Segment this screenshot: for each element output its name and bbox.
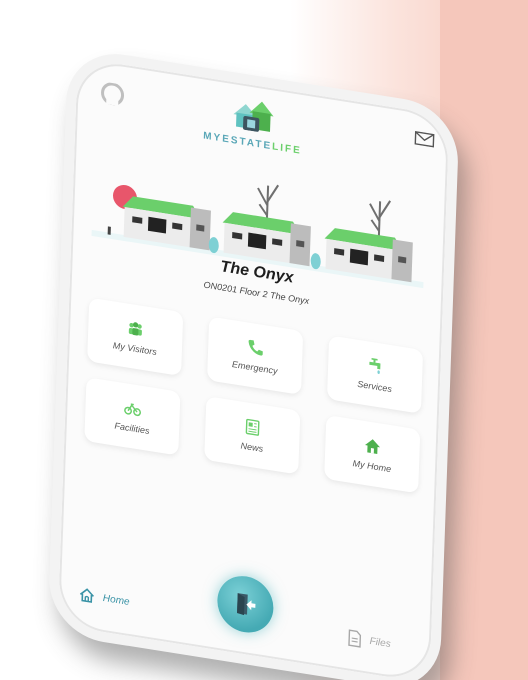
tile-my-home[interactable]: My Home — [324, 414, 421, 494]
tile-label: Services — [357, 378, 393, 395]
visitors-icon — [128, 322, 142, 336]
tap-icon — [369, 358, 381, 374]
newspaper-icon — [245, 418, 260, 436]
file-icon — [348, 629, 361, 648]
nav-files[interactable]: Files — [347, 628, 391, 653]
nav-files-label: Files — [369, 635, 391, 650]
home-outline-icon — [79, 588, 94, 603]
stage: MYESTATELIFE The Onyx ON0201 Floor 2 The… — [0, 0, 528, 680]
door-exit-icon — [237, 593, 256, 616]
tile-news[interactable]: News — [204, 396, 301, 475]
nav-home-label: Home — [102, 592, 130, 608]
tile-label: My Visitors — [112, 340, 157, 358]
user-icon — [101, 82, 125, 106]
profile-avatar-button[interactable] — [98, 79, 127, 109]
tile-label: Facilities — [114, 420, 150, 437]
logo-house-icon — [233, 101, 274, 132]
envelope-icon — [414, 131, 435, 148]
background-panel — [440, 0, 528, 680]
tile-facilities[interactable]: Facilities — [84, 377, 181, 456]
tile-my-visitors[interactable]: My Visitors — [87, 297, 184, 377]
messages-button[interactable] — [414, 131, 435, 148]
tile-emergency[interactable]: Emergency — [207, 316, 304, 395]
nav-home[interactable]: Home — [79, 586, 130, 610]
phone-icon — [248, 339, 263, 356]
bicycle-icon — [124, 403, 142, 417]
phone-body: MYESTATELIFE The Onyx ON0201 Floor 2 The… — [47, 46, 460, 680]
phone-mockup: MYESTATELIFE The Onyx ON0201 Floor 2 The… — [47, 46, 460, 680]
home-icon — [365, 439, 381, 454]
tile-label: Emergency — [231, 359, 278, 377]
tile-label: News — [240, 440, 264, 454]
tile-services[interactable]: Services — [326, 335, 424, 414]
tile-label: My Home — [352, 458, 392, 475]
app-screen: MYESTATELIFE The Onyx ON0201 Floor 2 The… — [58, 58, 450, 680]
